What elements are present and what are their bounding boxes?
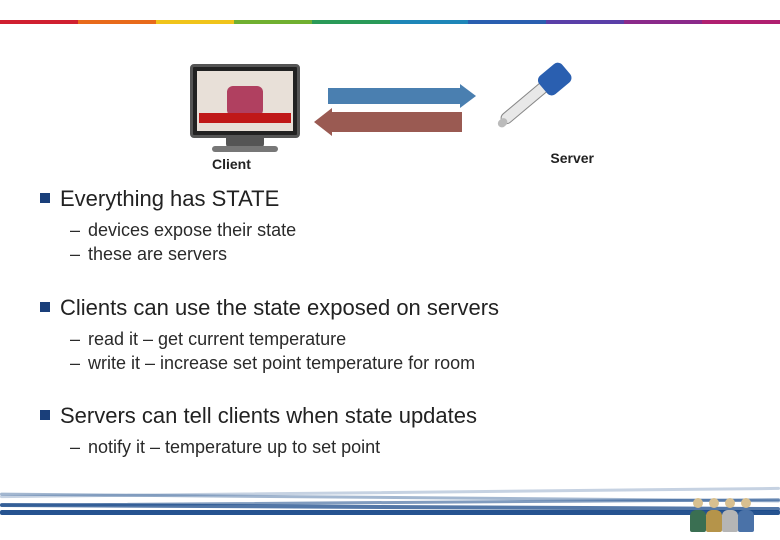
- server-thermometer-icon: [496, 60, 586, 148]
- client-label: Client: [212, 156, 251, 172]
- client-device-icon: [190, 64, 300, 138]
- bullet-sub: –devices expose their state: [70, 218, 740, 242]
- bullet-item: Servers can tell clients when state upda…: [40, 403, 740, 459]
- tv-base-icon: [212, 146, 278, 152]
- people-icon: [690, 492, 754, 532]
- bullet-list: Everything has STATE –devices expose the…: [40, 186, 740, 459]
- bullet-title: Clients can use the state exposed on ser…: [60, 295, 499, 321]
- arrow-server-to-client-icon: [320, 112, 470, 132]
- bullet-sub: –these are servers: [70, 242, 740, 266]
- arrow-client-to-server-icon: [320, 88, 470, 104]
- server-label: Server: [550, 150, 594, 166]
- bullet-title: Everything has STATE: [60, 186, 279, 212]
- bullet-sub: –read it – get current temperature: [70, 327, 740, 351]
- client-server-diagram: Client Server: [190, 60, 590, 180]
- footer-wave-icon: [0, 488, 780, 518]
- bullet-square-icon: [40, 193, 50, 203]
- bullet-item: Everything has STATE –devices expose the…: [40, 186, 740, 267]
- bullet-square-icon: [40, 302, 50, 312]
- bullet-sub: –write it – increase set point temperatu…: [70, 351, 740, 375]
- bullet-sub: –notify it – temperature up to set point: [70, 435, 740, 459]
- bullet-title: Servers can tell clients when state upda…: [60, 403, 477, 429]
- bullet-square-icon: [40, 410, 50, 420]
- bullet-item: Clients can use the state exposed on ser…: [40, 295, 740, 376]
- slide-content: Client Server Everything has STATE –devi…: [0, 50, 780, 480]
- rainbow-divider: [0, 20, 780, 24]
